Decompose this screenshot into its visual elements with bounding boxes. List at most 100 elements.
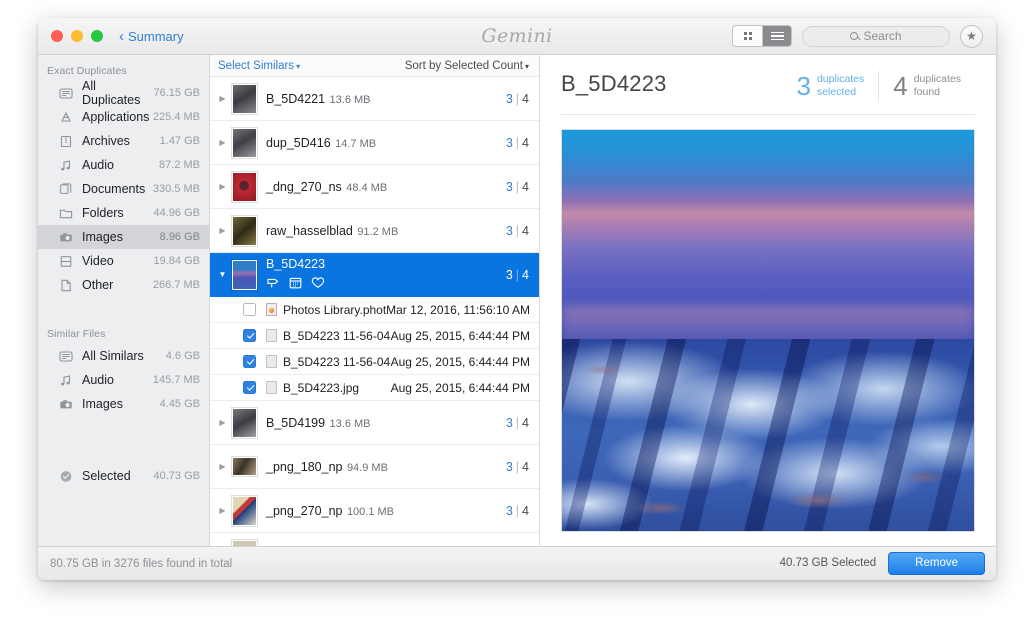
thumbnail (232, 407, 257, 438)
sidebar-item-video[interactable]: Video 19.84 GB (38, 249, 209, 273)
table-row[interactable]: ▶ _png_180_np 94.9 MB 3 | 4 (210, 445, 539, 489)
sidebar-item-all-duplicates[interactable]: All Duplicates 76.15 GB (38, 79, 209, 107)
group-size: 94.9 MB (346, 461, 388, 474)
thumbnail (232, 457, 257, 476)
group-name: _png_270_np (266, 503, 343, 518)
photos-library-icon (266, 303, 277, 316)
search-placeholder: Search (863, 29, 902, 43)
toolbar-right: Search ★ (732, 24, 983, 48)
remove-button[interactable]: Remove (888, 551, 985, 576)
list-header: Select Similars ▾ Sort by Selected Count ▾ (210, 55, 539, 77)
sidebar-item-other[interactable]: Other 266.7 MB (38, 273, 209, 297)
drive-icon (59, 350, 76, 363)
chevron-down-icon: ▾ (296, 61, 301, 71)
table-row[interactable]: ▶ _tiff_90_pp 160.1 MB 3|4 (210, 533, 539, 546)
group-size: 13.6 MB (329, 93, 371, 106)
sidebar-item-size: 266.7 MB (152, 279, 200, 291)
window-body: Exact Duplicates All Duplicates 76.15 GB… (38, 55, 996, 546)
group-name: B_5D4223 (266, 257, 326, 271)
sidebar-item-audio[interactable]: Audio 87.2 MB (38, 153, 209, 177)
sidebar-item-size: 330.5 MB (152, 183, 200, 195)
close-button[interactable] (51, 30, 63, 42)
page-title: B_5D4223 (561, 71, 667, 96)
sidebar-item-similar-images[interactable]: Images 4.45 GB (38, 392, 209, 416)
back-to-summary-link[interactable]: ‹ Summary (119, 29, 184, 44)
list-view-icon[interactable] (762, 26, 791, 46)
list-item[interactable]: Photos Library.photoslibr Mar 12, 2016, … (210, 297, 539, 323)
row-checkbox[interactable] (243, 381, 256, 394)
duplicate-count: 3 | 4 (505, 267, 529, 282)
stat-line1: duplicates (913, 72, 961, 85)
sidebar-item-label: All Similars (82, 349, 144, 363)
group-name: B_5D4221 (266, 91, 326, 106)
favorites-star-button[interactable]: ★ (960, 24, 983, 48)
sidebar-item-folders[interactable]: Folders 44.96 GB (38, 201, 209, 225)
sidebar-item-label: Audio (82, 158, 114, 172)
duplicate-count: 3 | 4 (505, 415, 529, 430)
sidebar-item-label: Video (82, 254, 114, 268)
minimize-button[interactable] (71, 30, 83, 42)
sidebar-item-size: 1.47 GB (159, 135, 200, 147)
list-item[interactable]: B_5D4223 11-56-04-991 Aug 25, 2015, 6:44… (210, 349, 539, 375)
app-window: ‹ Summary Gemini Search ★ Exact Duplicat… (38, 18, 996, 580)
duplicate-count: 3 | 4 (505, 179, 529, 194)
disclosure-triangle-icon[interactable]: ▶ (216, 94, 229, 103)
sidebar-item-archives[interactable]: Archives 1.47 GB (38, 129, 209, 153)
list-item[interactable]: B_5D4223 11-56-04-987 Aug 25, 2015, 6:44… (210, 323, 539, 349)
sidebar-item-images[interactable]: Images 8.96 GB (38, 225, 209, 249)
disclosure-triangle-icon[interactable]: ▶ (216, 506, 229, 515)
zoom-button[interactable] (91, 30, 103, 42)
duplicate-stats: 3 duplicates selected 4 duplicates found (783, 71, 976, 101)
sidebar-item-applications[interactable]: Applications 225.4 MB (38, 105, 209, 129)
total-found-text: 80.75 GB in 3276 files found in total (50, 557, 233, 570)
tag-icon[interactable] (266, 276, 280, 294)
select-similars-dropdown[interactable]: Select Similars ▾ (218, 60, 300, 72)
list-item[interactable]: B_5D4223.jpg Aug 25, 2015, 6:44:44 PM (210, 375, 539, 401)
sidebar-selected-size: 40.73 GB (153, 470, 200, 482)
disclosure-triangle-icon[interactable]: ▼ (216, 270, 229, 279)
table-row[interactable]: ▶ B_5D4221 13.6 MB 3 | 4 (210, 77, 539, 121)
sidebar-item-size: 145.7 MB (152, 374, 200, 386)
disclosure-triangle-icon[interactable]: ▶ (216, 226, 229, 235)
group-size: 14.7 MB (335, 137, 377, 150)
sidebar-section-title-similar-files: Similar Files (47, 328, 106, 340)
disclosure-triangle-icon[interactable]: ▶ (216, 182, 229, 191)
image-file-icon (266, 355, 277, 368)
thumbnail (232, 127, 257, 158)
sort-by-dropdown[interactable]: Sort by Selected Count ▾ (405, 60, 529, 72)
stat-line2: found (913, 86, 940, 98)
search-input[interactable]: Search (802, 25, 950, 47)
sidebar-item-label: All Duplicates (82, 79, 141, 107)
sidebar-item-label: Documents (82, 182, 146, 196)
child-file-date: Aug 25, 2015, 6:44:44 PM (390, 380, 530, 395)
row-checkbox[interactable] (243, 355, 256, 368)
sidebar-item-similar-audio[interactable]: Audio 145.7 MB (38, 368, 209, 392)
row-checkbox[interactable] (243, 303, 256, 316)
sidebar-item-selected[interactable]: Selected 40.73 GB (38, 464, 209, 488)
music-note-icon (59, 374, 76, 387)
table-row[interactable]: ▶ raw_hasselblad 91.2 MB 3 | 4 (210, 209, 539, 253)
preview-header: B_5D4223 3 duplicates selected 4 duplica… (561, 71, 975, 115)
titlebar: ‹ Summary Gemini Search ★ (38, 18, 996, 55)
table-row-selected[interactable]: ▼ B_5D4223 3 | 4 (210, 253, 539, 297)
duplicate-count: 3 | 4 (505, 503, 529, 518)
grid-view-icon[interactable] (733, 26, 762, 46)
sidebar-item-all-similars[interactable]: All Similars 4.6 GB (38, 344, 209, 368)
disclosure-triangle-icon[interactable]: ▶ (216, 462, 229, 471)
row-checkbox[interactable] (243, 329, 256, 342)
group-name: _dng_270_ns (266, 179, 342, 194)
sidebar-item-size: 76.15 GB (153, 87, 200, 99)
table-row[interactable]: ▶ dup_5D416 14.7 MB 3 | 4 (210, 121, 539, 165)
disclosure-triangle-icon[interactable]: ▶ (216, 138, 229, 147)
sidebar-item-label: Other (82, 278, 114, 292)
table-row[interactable]: ▶ B_5D4199 13.6 MB 3 | 4 (210, 401, 539, 445)
table-row[interactable]: ▶ _png_270_np 100.1 MB 3 | 4 (210, 489, 539, 533)
table-row[interactable]: ▶ _dng_270_ns 48.4 MB 3 | 4 (210, 165, 539, 209)
heart-icon[interactable] (311, 276, 325, 294)
list-rows[interactable]: ▶ B_5D4221 13.6 MB 3 | 4 ▶ dup_5D416 14.7 … (210, 77, 539, 546)
disclosure-triangle-icon[interactable]: ▶ (216, 418, 229, 427)
sidebar-item-documents[interactable]: Documents 330.5 MB (38, 177, 209, 201)
calendar-icon[interactable] (289, 276, 302, 294)
group-name: raw_hasselblad (266, 223, 353, 238)
